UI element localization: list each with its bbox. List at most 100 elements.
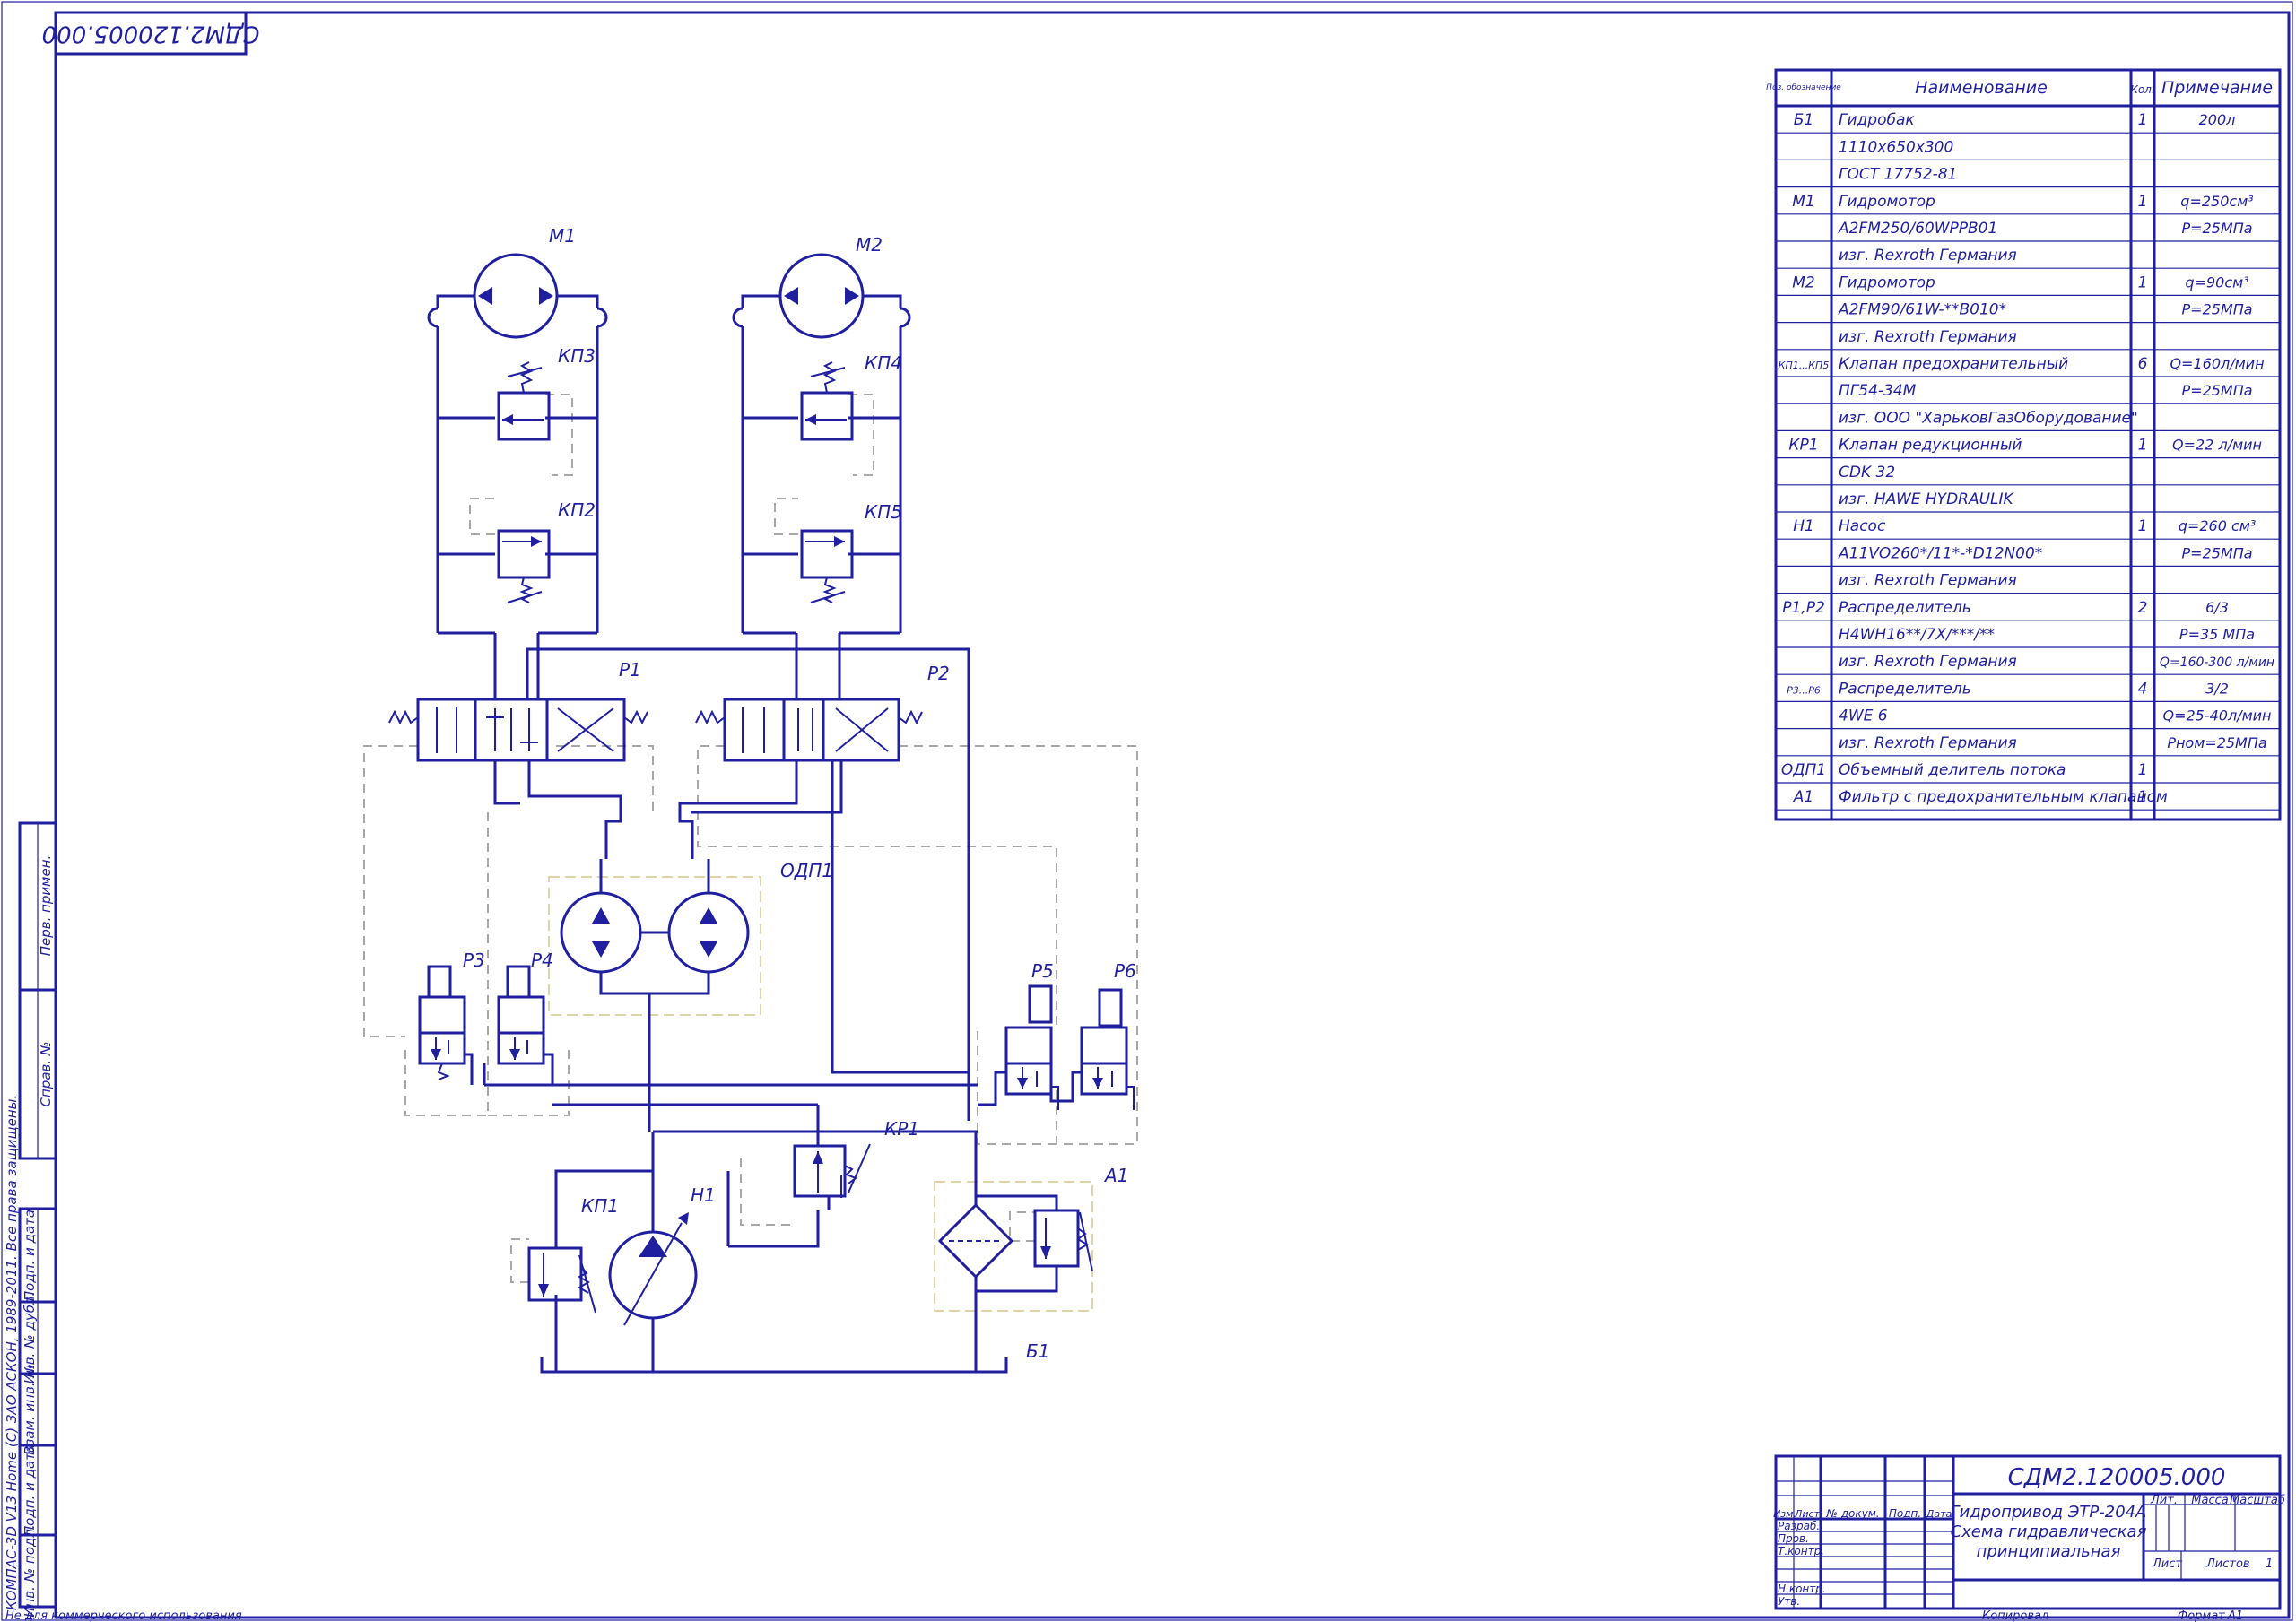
parts-cell-name: Фильтр с предохранительным клапаном	[1839, 788, 2168, 806]
label-r2: Р2	[927, 663, 950, 684]
label-m2: М2	[856, 234, 883, 256]
label-r5: Р5	[1031, 960, 1054, 982]
parts-cell-qty: 1	[2138, 273, 2148, 291]
tb-col-izm: Изм.	[1773, 1508, 1796, 1520]
tb-col-list: Лист	[1794, 1508, 1820, 1520]
side-inv-podl: Инв. № подл.	[22, 1524, 38, 1617]
tb-nkontr: Н.контр.	[1778, 1583, 1826, 1595]
reducing-valve-kr1	[793, 1105, 871, 1210]
parts-cell-pos: М2	[1792, 273, 1814, 291]
parts-cell-note: Р=25МПа	[2181, 301, 2252, 318]
tb-sheets-value: 1	[2266, 1557, 2273, 1571]
parts-cell-pos: КР1	[1788, 437, 1818, 455]
motor-m1-circuit	[427, 253, 608, 699]
label-a1: А1	[1103, 1165, 1128, 1186]
parts-cell-name: изг. Rexroth Германия	[1839, 247, 2017, 265]
parts-cell-name: Клапан редукционный	[1839, 437, 2022, 455]
parts-cell-name: изг. Rexroth Германия	[1839, 572, 2017, 590]
parts-cell-note: 6/3	[2205, 599, 2229, 616]
label-n1: Н1	[691, 1184, 716, 1206]
parts-cell-pos: КП1...КП5	[1779, 360, 1830, 371]
parts-cell-name: Распределитель	[1839, 599, 1971, 617]
label-r6: Р6	[1114, 960, 1136, 982]
parts-cell-note: Рном=25МПа	[2167, 734, 2266, 751]
label-r1: Р1	[619, 659, 641, 681]
drawing-sheet: СДМ2.120005.000 Перв. примен. Справ. № П…	[1, 1, 2293, 1622]
title-block: Изм. Лист № докум. Подп. Дата Разраб. Пр…	[1773, 1454, 2285, 1622]
parts-cell-pos: Р1,Р2	[1782, 599, 1825, 617]
parts-cell-pos: А1	[1793, 788, 1813, 806]
side-sprav-no: Справ. №	[38, 1042, 54, 1107]
side-podp-data-2: Подп. и дата	[22, 1444, 38, 1536]
parts-cell-qty: 1	[2138, 111, 2148, 129]
parts-cell-qty: 1	[2138, 193, 2148, 211]
parts-cell-name: Распределитель	[1839, 680, 1971, 698]
tb-tkontr: Т.контр.	[1778, 1545, 1824, 1557]
side-vzam-inv: Взам. инв. №	[22, 1364, 38, 1455]
label-r3: Р3	[463, 950, 485, 971]
solenoid-valve-p3	[418, 965, 474, 1085]
pilot-lines	[363, 394, 1138, 1283]
parts-cell-name: H4WH16**/7X/***/**	[1839, 626, 1995, 644]
side-strip: Перв. примен. Справ. № Подп. и дата Инв.…	[4, 821, 57, 1618]
parts-cell-note: 200л	[2199, 111, 2236, 128]
tb-massa: Масса	[2191, 1494, 2228, 1507]
parts-cell-name: изг. ООО "ХарьковГазОборудование"	[1839, 409, 2138, 427]
parts-cell-name: Насос	[1839, 517, 1886, 535]
parts-cell-name: ПГ54-34М	[1839, 382, 1917, 400]
tank-b1	[540, 1357, 1008, 1374]
parts-cell-note: Р=25МПа	[2181, 220, 2252, 237]
parts-cell-pos: Р3...Р6	[1787, 684, 1821, 696]
corner-stamp-text: СДМ2.120005.000	[42, 21, 260, 48]
valve-p2	[695, 698, 923, 762]
parts-cell-note: Q=160-300 л/мин	[2160, 655, 2274, 670]
tb-lit: Лит.	[2150, 1494, 2178, 1507]
filter-a1	[937, 1132, 1093, 1372]
parts-cell-note: q=260 см³	[2179, 517, 2256, 534]
parts-cell-note: Q=22 л/мин	[2172, 437, 2262, 454]
parts-cell-name: A11VO260*/11*-*D12N00*	[1838, 544, 2042, 562]
tb-format-value: A1	[2227, 1609, 2243, 1622]
parts-cell-name: Гидромотор	[1839, 193, 1935, 211]
parts-cell-name: A2FM250/60WPPB01	[1838, 220, 1997, 238]
side-perv-primen: Перв. примен.	[38, 855, 54, 957]
parts-cell-name: 4WE 6	[1839, 707, 1888, 725]
hydraulic-schematic: М1 М2 КП3 КП4 КП2 КП5 Р1 Р2 ОДП1 Р3 Р4 Р…	[363, 225, 1138, 1374]
parts-cell-note: q=250см³	[2180, 193, 2253, 210]
tb-doc-number: СДМ2.120005.000	[2008, 1464, 2226, 1491]
parts-cell-qty: 1	[2138, 788, 2148, 806]
parts-header-pos: Поз. обозначение	[1766, 83, 1841, 92]
tb-title-line2: Схема гидравлическая	[1951, 1522, 2147, 1541]
parts-cell-name: 1110х650х300	[1839, 138, 1953, 156]
parts-cell-name: Гидробак	[1839, 111, 1915, 129]
tb-col-ndoc: № докум.	[1825, 1507, 1879, 1520]
label-odp1: ОДП1	[780, 860, 833, 881]
parts-cell-name: изг. Rexroth Германия	[1839, 734, 2017, 752]
software-note: КОМПАС-3D V13 Home (С) ЗАО АСКОН, 1989-2…	[4, 1095, 20, 1610]
side-podp-data-1: Подп. и дата	[22, 1210, 38, 1301]
tb-prov: Пров.	[1778, 1532, 1809, 1545]
relief-valve-kp1	[527, 1246, 596, 1314]
label-b1: Б1	[1026, 1340, 1049, 1362]
parts-cell-qty: 4	[2138, 680, 2148, 698]
parts-cell-pos: М1	[1792, 193, 1814, 211]
parts-cell-pos: ОДП1	[1781, 761, 1826, 779]
parts-cell-qty: 1	[2138, 437, 2148, 455]
parts-cell-name: изг. Rexroth Германия	[1839, 653, 2017, 671]
parts-cell-qty: 1	[2138, 517, 2148, 535]
parts-cell-qty: 1	[2138, 761, 2148, 779]
parts-cell-note: Р=35 МПа	[2179, 626, 2255, 643]
parts-cell-name: CDK 32	[1839, 464, 1895, 481]
label-kp5: КП5	[865, 501, 902, 523]
tb-format-label: Формат	[2178, 1609, 2225, 1622]
parts-list: Поз. обозначение Наименование Кол. Приме…	[1766, 68, 2282, 821]
tb-sheet-label: Лист	[2152, 1557, 2182, 1571]
pump-n1	[554, 1132, 820, 1372]
parts-cell-name: ГОСТ 17752-81	[1839, 166, 1957, 184]
tb-razrab: Разраб.	[1778, 1520, 1820, 1532]
tb-title-line1: Гидропривод ЭТР-204А	[1951, 1503, 2147, 1522]
valve-p1	[388, 698, 648, 762]
parts-header-name: Наименование	[1915, 78, 2048, 98]
corner-stamp: СДМ2.120005.000	[42, 11, 260, 56]
label-kp1: КП1	[581, 1195, 619, 1217]
